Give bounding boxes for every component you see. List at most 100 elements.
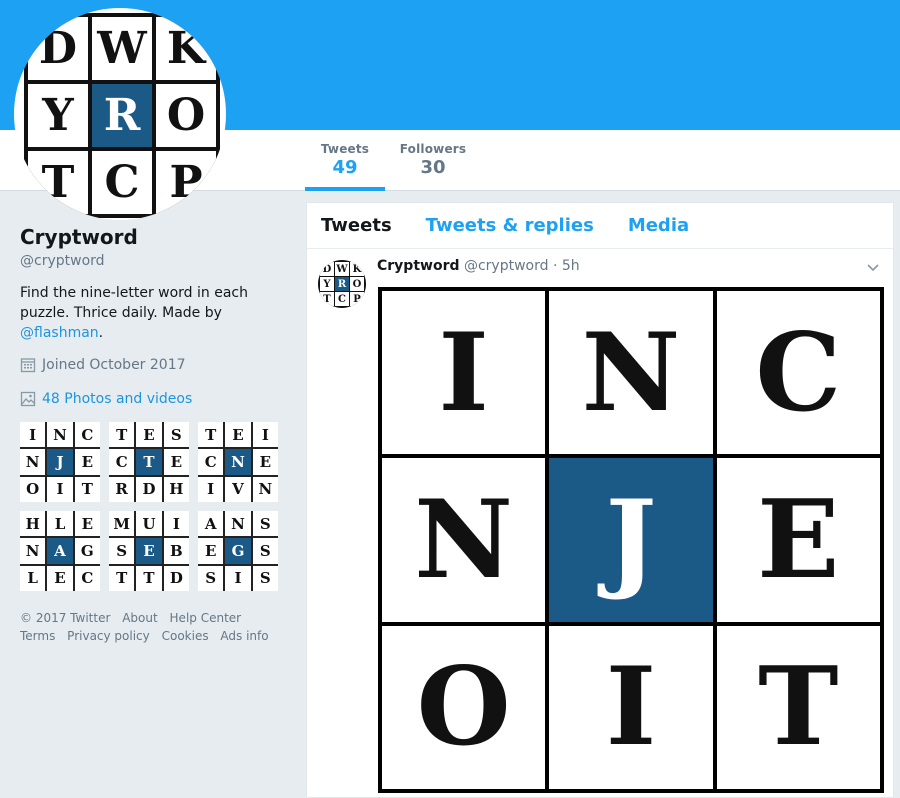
- thumb-cell: E: [74, 511, 100, 537]
- thumb-cell: L: [47, 511, 73, 537]
- thumbnail[interactable]: T E S C T E R D H: [109, 422, 189, 502]
- avatar-cell-center: R: [92, 84, 152, 147]
- thumb-cell: N: [225, 511, 251, 537]
- thumb-cell: I: [20, 422, 46, 448]
- thumbnail[interactable]: M U I S E B T T D: [109, 511, 189, 591]
- thumb-cell: D: [136, 476, 162, 502]
- stat-followers-label: Followers: [399, 142, 467, 156]
- thumb-cell: G: [74, 538, 100, 564]
- thumb-cell: U: [136, 511, 162, 537]
- avatar-cell: C: [335, 292, 349, 306]
- thumb-cell: S: [198, 565, 224, 591]
- avatar-cell: O: [156, 84, 216, 147]
- tweet-avatar[interactable]: D W K Y R O T C P: [318, 260, 366, 308]
- stat-tweets-value: 49: [332, 157, 358, 178]
- tweet-timestamp[interactable]: · 5h: [553, 258, 580, 274]
- footer-link-privacy[interactable]: Privacy policy: [67, 629, 150, 643]
- footer-link-terms[interactable]: Terms: [20, 629, 55, 643]
- bio-text: Find the nine-letter word in each puzzle…: [20, 285, 248, 321]
- profile-card: Cryptword @cryptword Find the nine-lette…: [20, 225, 290, 407]
- profile-avatar[interactable]: D W K Y R O T C P: [14, 8, 226, 220]
- thumb-cell: T: [74, 476, 100, 502]
- tweet[interactable]: D W K Y R O T C P Cryptword @cryptword ·…: [307, 203, 893, 797]
- stat-tweets[interactable]: Tweets 49: [305, 142, 385, 191]
- tweet-avatar-grid: D W K Y R O T C P: [318, 260, 366, 308]
- thumb-cell: C: [198, 449, 224, 475]
- avatar-cell: Y: [320, 277, 334, 291]
- thumbnail[interactable]: A N S E G S S I S: [198, 511, 278, 591]
- bio-mention-link[interactable]: @flashman: [20, 325, 99, 341]
- profile-bio: Find the nine-letter word in each puzzle…: [20, 283, 290, 343]
- footer-row: © 2017 Twitter About Help Center: [20, 609, 290, 627]
- puzzle-cell: N: [549, 291, 713, 455]
- puzzle-cell: T: [716, 625, 880, 789]
- profile-handle[interactable]: @cryptword: [20, 253, 290, 269]
- thumb-cell: N: [252, 476, 278, 502]
- thumb-cell: C: [74, 565, 100, 591]
- photo-icon: [20, 391, 36, 407]
- thumb-cell: C: [74, 422, 100, 448]
- thumb-cell: B: [163, 538, 189, 564]
- avatar-cell-center: R: [335, 277, 349, 291]
- joined-row: Joined October 2017: [20, 357, 290, 373]
- thumb-cell: N: [20, 538, 46, 564]
- thumb-cell: R: [109, 476, 135, 502]
- thumb-cell: S: [252, 511, 278, 537]
- thumbnail[interactable]: T E I C N E I V N: [198, 422, 278, 502]
- profile-name[interactable]: Cryptword: [20, 225, 290, 249]
- avatar-cell: P: [156, 151, 216, 214]
- thumb-cell: T: [198, 422, 224, 448]
- avatar-cell: W: [335, 262, 349, 276]
- thumb-cell: I: [225, 565, 251, 591]
- avatar-cell: W: [92, 17, 152, 80]
- puzzle-cell: N: [382, 458, 546, 622]
- thumb-cell: E: [136, 422, 162, 448]
- thumb-cell: A: [198, 511, 224, 537]
- tweet-author-name[interactable]: Cryptword: [377, 258, 460, 274]
- thumb-cell: S: [252, 538, 278, 564]
- tweet-author-handle[interactable]: @cryptword: [464, 258, 549, 274]
- avatar-cell: P: [350, 292, 364, 306]
- thumb-cell: H: [20, 511, 46, 537]
- photo-thumbnails: I N C N J E O I T T E S C T E R D H T E …: [20, 422, 280, 591]
- photos-row[interactable]: 48 Photos and videos: [20, 391, 290, 407]
- thumb-cell: I: [163, 511, 189, 537]
- calendar-icon: [20, 357, 36, 373]
- stat-tweets-label: Tweets: [320, 142, 370, 156]
- thumb-cell: E: [198, 538, 224, 564]
- avatar-puzzle-grid: D W K Y R O T C P: [24, 13, 220, 218]
- thumb-cell: M: [109, 511, 135, 537]
- thumb-cell-center: G: [225, 538, 251, 564]
- thumbnail[interactable]: I N C N J E O I T: [20, 422, 100, 502]
- footer-link-ads[interactable]: Ads info: [220, 629, 268, 643]
- thumb-cell: O: [20, 476, 46, 502]
- puzzle-cell-center: J: [549, 458, 713, 622]
- thumb-cell: T: [136, 565, 162, 591]
- bio-end: .: [98, 325, 104, 341]
- tweet-header: Cryptword @cryptword · 5h: [377, 258, 580, 274]
- site-footer: © 2017 Twitter About Help Center Terms P…: [20, 609, 290, 645]
- puzzle-cell: I: [382, 291, 546, 455]
- thumb-cell: D: [163, 565, 189, 591]
- avatar-cell: T: [320, 292, 334, 306]
- thumb-cell: S: [109, 538, 135, 564]
- tweet-puzzle-grid: I N C N J E O I T: [378, 287, 884, 793]
- footer-link-cookies[interactable]: Cookies: [162, 629, 209, 643]
- thumb-cell: I: [47, 476, 73, 502]
- avatar-cell: D: [28, 17, 88, 80]
- footer-link-help[interactable]: Help Center: [170, 611, 242, 625]
- footer-link-about[interactable]: About: [122, 611, 157, 625]
- photos-videos-link[interactable]: 48 Photos and videos: [42, 391, 192, 407]
- thumb-cell-center: E: [136, 538, 162, 564]
- thumb-cell: H: [163, 476, 189, 502]
- stat-followers-value: 30: [420, 157, 446, 178]
- tweet-media[interactable]: I N C N J E O I T: [378, 287, 884, 793]
- thumbnail[interactable]: H L E N A G L E C: [20, 511, 100, 591]
- thumb-cell: T: [109, 565, 135, 591]
- stat-followers[interactable]: Followers 30: [398, 142, 468, 191]
- thumb-cell: E: [163, 449, 189, 475]
- thumb-cell: E: [47, 565, 73, 591]
- thumb-cell: E: [252, 449, 278, 475]
- chevron-down-icon[interactable]: [865, 259, 881, 275]
- avatar-cell: K: [156, 17, 216, 80]
